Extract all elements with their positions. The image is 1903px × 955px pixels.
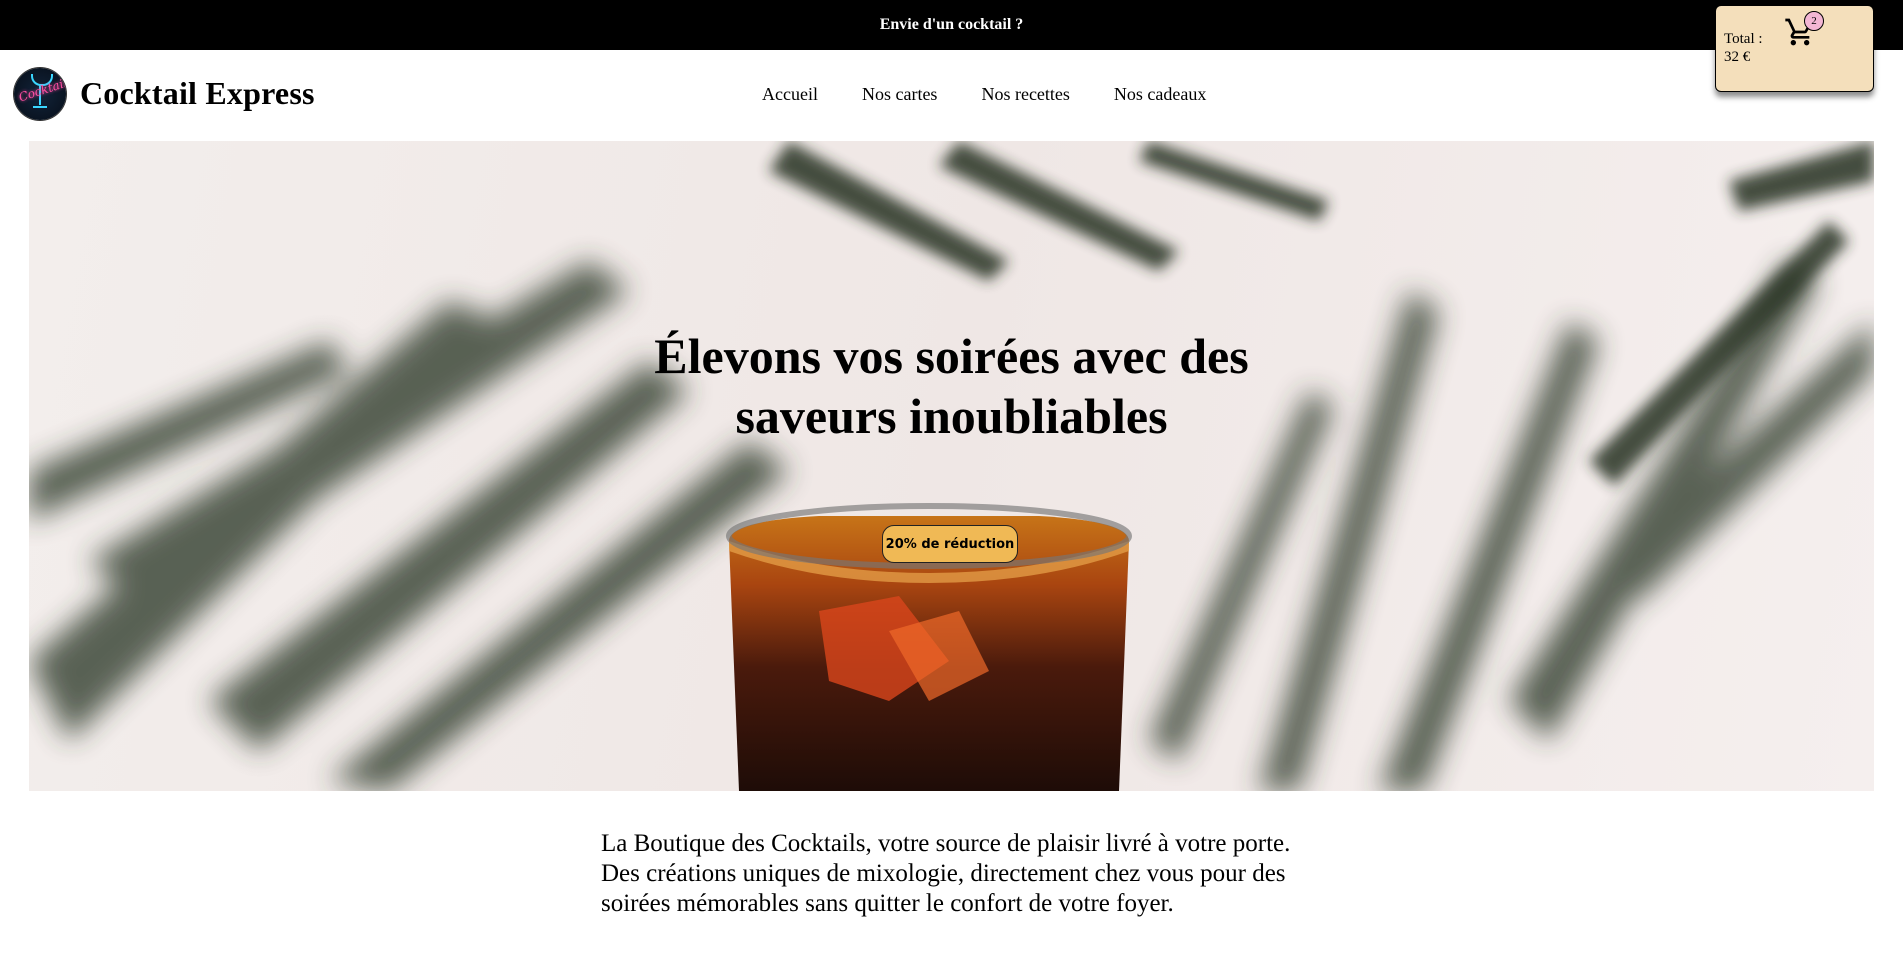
discount-badge[interactable]: 20% de réduction [882,525,1018,563]
cart-widget[interactable]: Total : 32 € 2 [1715,5,1874,92]
brand-name[interactable]: Cocktail Express [80,75,315,112]
hero-banner: Élevons vos soirées avec des saveurs ino… [29,141,1874,791]
cocktails-logo[interactable]: Cocktails [14,68,66,120]
hero-title-line-1: Élevons vos soirées avec des [654,328,1249,384]
site-header: Cocktails Cocktail Express Accueil Nos c… [0,50,1903,140]
announcement-bar: Envie d'un cocktail ? [0,0,1903,50]
hero-title: Élevons vos soirées avec des saveurs ino… [29,326,1874,446]
hero-background-image [29,141,1874,791]
hero-title-line-2: saveurs inoubliables [735,388,1168,444]
cart-total-label: Total : [1724,31,1763,47]
cart-count-badge: 2 [1804,11,1824,31]
intro-text: La Boutique des Cocktails, votre source … [601,830,1291,917]
nav-item-nos-recettes[interactable]: Nos recettes [981,84,1069,105]
main-nav: Accueil Nos cartes Nos recettes Nos cade… [762,84,1206,105]
nav-item-nos-cadeaux[interactable]: Nos cadeaux [1114,84,1206,105]
announcement-text: Envie d'un cocktail ? [879,16,1024,33]
nav-item-accueil[interactable]: Accueil [762,84,818,105]
cart-total-value: 32 € [1724,49,1751,65]
nav-item-nos-cartes[interactable]: Nos cartes [862,84,937,105]
